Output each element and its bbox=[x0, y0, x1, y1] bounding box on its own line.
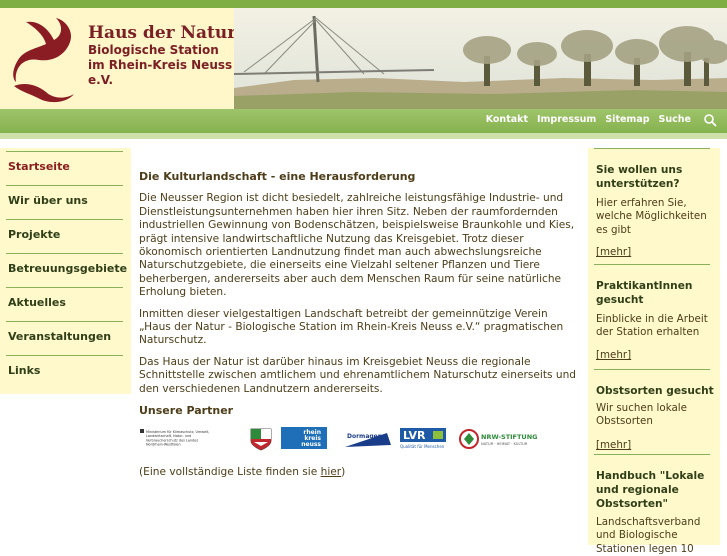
box-text: Landschaftsverband und Biologische Stati… bbox=[596, 516, 701, 555]
sidebar-item-startseite[interactable]: Startseite bbox=[0, 148, 131, 182]
internship-box: PraktikantInnen gesucht Einblicke in die… bbox=[588, 264, 720, 374]
divider bbox=[594, 369, 710, 370]
nav-impressum[interactable]: Impressum bbox=[537, 114, 596, 125]
right-sidebar: Sie wollen uns unterstützen? Hier erfahr… bbox=[588, 148, 720, 555]
landscape-photo bbox=[234, 8, 727, 109]
nav-suche[interactable]: Suche bbox=[659, 114, 691, 125]
box-text: Hier erfahren Sie, welche Möglichkeiten … bbox=[596, 197, 707, 236]
divider bbox=[594, 454, 710, 455]
sidebar-item-wir-ueber-uns[interactable]: Wir über uns bbox=[0, 182, 131, 216]
box-text: Einblicke in die Arbeit der Station erha… bbox=[596, 313, 708, 339]
sidebar-item-label[interactable]: Links bbox=[8, 364, 40, 377]
partner-list-note: (Eine vollständige Liste finden sie hier… bbox=[139, 465, 346, 478]
svg-text:NATUR · HEIMAT · KULTUR: NATUR · HEIMAT · KULTUR bbox=[481, 442, 528, 446]
fruit-more-link[interactable]: [mehr] bbox=[596, 439, 631, 451]
top-navbar: Kontakt Impressum Sitemap Suche bbox=[0, 109, 727, 133]
ministry-logo-text: Ministerium für Klimaschutz, Umwelt, Land… bbox=[146, 430, 210, 447]
fruit-varieties-box: Obstsorten gesucht Wir suchen lokale Obs… bbox=[588, 369, 720, 459]
top-menu: Kontakt Impressum Sitemap Suche bbox=[486, 114, 691, 125]
site-header: Haus der Natur Biologische Station im Rh… bbox=[0, 8, 727, 109]
support-more-link[interactable]: [mehr] bbox=[596, 246, 631, 258]
site-subtitle: Biologische Station im Rhein-Kreis Neuss… bbox=[88, 43, 233, 87]
box-heading: Sie wollen uns unterstützen? bbox=[596, 164, 683, 190]
top-strip bbox=[0, 0, 727, 8]
sidebar-item-betreuungsgebiete[interactable]: Betreuungsgebiete bbox=[0, 250, 131, 284]
svg-text:LVR: LVR bbox=[403, 429, 426, 442]
rhein-kreis-neuss-logo[interactable]: rhein kreis neuss bbox=[281, 426, 337, 451]
site-title: Haus der Natur bbox=[88, 23, 237, 43]
sidebar-item-veranstaltungen[interactable]: Veranstaltungen bbox=[0, 318, 131, 352]
page-heading: Die Kulturlandschaft - eine Herausforder… bbox=[139, 170, 416, 183]
svg-text:neuss: neuss bbox=[301, 441, 321, 448]
dormagen-logo[interactable]: Dormagen bbox=[343, 427, 393, 451]
main-content: Die Kulturlandschaft - eine Herausforder… bbox=[139, 170, 579, 487]
sidebar-item-label[interactable]: Veranstaltungen bbox=[8, 330, 111, 343]
support-box: Sie wollen uns unterstützen? Hier erfahr… bbox=[588, 148, 720, 258]
intro-paragraph: Die Neusser Region ist dicht besiedelt, … bbox=[139, 192, 575, 299]
sidebar-item-projekte[interactable]: Projekte bbox=[0, 216, 131, 250]
nrw-crest-icon[interactable] bbox=[247, 427, 275, 451]
hare-logo-icon[interactable] bbox=[4, 12, 82, 106]
ministry-logo[interactable]: Ministerium für Klimaschutz, Umwelt, Land… bbox=[139, 427, 247, 451]
divider bbox=[594, 264, 710, 265]
svg-text:Dormagen: Dormagen bbox=[347, 433, 382, 440]
sidebar-item-label[interactable]: Startseite bbox=[8, 160, 70, 173]
box-text: Wir suchen lokale Obstsorten bbox=[596, 402, 687, 428]
partner-logos: Ministerium für Klimaschutz, Umwelt, Land… bbox=[139, 425, 579, 453]
box-heading: Handbuch "Lokale und regionale Obstsorte… bbox=[596, 470, 705, 510]
divider bbox=[594, 148, 710, 149]
nav-kontakt[interactable]: Kontakt bbox=[486, 114, 528, 125]
left-sidebar: Startseite Wir über uns Projekte Betreuu… bbox=[0, 148, 131, 394]
box-heading: Obstsorten gesucht bbox=[596, 385, 714, 397]
nrw-stiftung-logo[interactable]: NRW-STIFTUNG NATUR · HEIMAT · KULTUR bbox=[459, 427, 541, 451]
sidebar-item-label[interactable]: Betreuungsgebiete bbox=[8, 262, 127, 275]
sidebar-item-label[interactable]: Wir über uns bbox=[8, 194, 88, 207]
svg-text:Qualität für Menschen: Qualität für Menschen bbox=[400, 444, 445, 449]
nav-sitemap[interactable]: Sitemap bbox=[605, 114, 649, 125]
paragraph-schnittstelle: Das Haus der Natur ist darüber hinaus im… bbox=[139, 355, 577, 395]
handbook-box: Handbuch "Lokale und regionale Obstsorte… bbox=[588, 454, 720, 555]
sidebar-item-label[interactable]: Projekte bbox=[8, 228, 60, 241]
sidebar-item-aktuelles[interactable]: Aktuelles bbox=[0, 284, 131, 318]
lvr-logo[interactable]: LVR Qualität für Menschen bbox=[399, 427, 457, 451]
svg-text:NRW-STIFTUNG: NRW-STIFTUNG bbox=[481, 433, 537, 441]
partner-list-link[interactable]: hier bbox=[321, 466, 342, 478]
box-heading: PraktikantInnen gesucht bbox=[596, 280, 693, 306]
partners-heading: Unsere Partner bbox=[139, 404, 234, 418]
navbar-underline bbox=[0, 133, 727, 139]
internship-more-link[interactable]: [mehr] bbox=[596, 349, 631, 361]
search-icon[interactable] bbox=[703, 113, 717, 127]
sidebar-item-links[interactable]: Links bbox=[0, 352, 131, 386]
paragraph-verein: Inmitten dieser vielgestaltigen Landscha… bbox=[139, 307, 564, 347]
sidebar-item-label[interactable]: Aktuelles bbox=[8, 296, 66, 309]
